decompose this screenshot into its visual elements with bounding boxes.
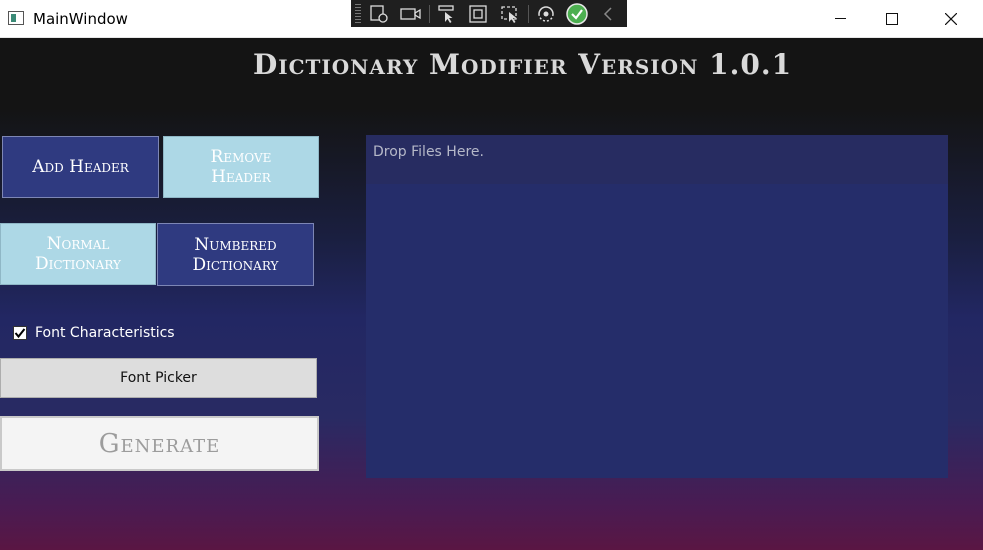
app-title: Dictionary Modifier Version 1.0.1 bbox=[252, 48, 793, 81]
font-picker-button[interactable]: Font Picker bbox=[0, 358, 317, 398]
font-characteristics-label: Font Characteristics bbox=[35, 325, 175, 341]
drop-zone-header: Drop Files Here. bbox=[366, 135, 948, 184]
add-header-button[interactable]: Add Header bbox=[2, 136, 159, 198]
remove-header-button[interactable]: Remove Header bbox=[163, 136, 319, 198]
numbered-dictionary-button[interactable]: Numbered Dictionary bbox=[157, 223, 314, 286]
font-characteristics-checkbox[interactable] bbox=[13, 326, 27, 340]
close-icon bbox=[945, 12, 957, 25]
drag-grip-icon[interactable] bbox=[355, 3, 361, 24]
check-circle-icon[interactable] bbox=[564, 2, 589, 25]
hot-reload-icon[interactable] bbox=[533, 3, 558, 25]
font-characteristics-row[interactable]: Font Characteristics bbox=[13, 325, 175, 341]
app-window-icon bbox=[8, 11, 24, 25]
drop-zone-placeholder: Drop Files Here. bbox=[373, 144, 484, 160]
numbered-dictionary-label: Numbered Dictionary bbox=[192, 234, 279, 275]
window-title: MainWindow bbox=[33, 10, 128, 28]
pointer-select-icon[interactable] bbox=[434, 3, 459, 25]
checkmark-icon bbox=[14, 328, 26, 339]
frame-icon[interactable] bbox=[466, 3, 491, 25]
main-window-content: Dictionary Modifier Version 1.0.1 Add He… bbox=[0, 38, 983, 550]
toolbar-separator bbox=[429, 4, 431, 23]
maximize-icon bbox=[886, 12, 898, 25]
normal-dictionary-label: Normal Dictionary bbox=[35, 234, 121, 274]
minimize-icon bbox=[834, 18, 846, 19]
remove-header-label: Remove Header bbox=[210, 147, 272, 187]
toolbar-separator bbox=[528, 4, 530, 23]
select-element-icon[interactable] bbox=[367, 3, 392, 25]
normal-dictionary-button[interactable]: Normal Dictionary bbox=[0, 223, 156, 285]
collapse-chevron-icon[interactable] bbox=[596, 3, 621, 25]
video-camera-icon[interactable] bbox=[398, 3, 423, 25]
maximize-button[interactable] bbox=[863, 0, 921, 37]
file-drop-zone[interactable]: Drop Files Here. bbox=[366, 135, 948, 478]
close-button[interactable] bbox=[922, 0, 980, 37]
debug-toolbar bbox=[351, 0, 627, 27]
generate-button[interactable]: Generate bbox=[0, 416, 319, 471]
track-focus-icon[interactable] bbox=[497, 3, 522, 25]
minimize-button[interactable] bbox=[811, 0, 869, 37]
